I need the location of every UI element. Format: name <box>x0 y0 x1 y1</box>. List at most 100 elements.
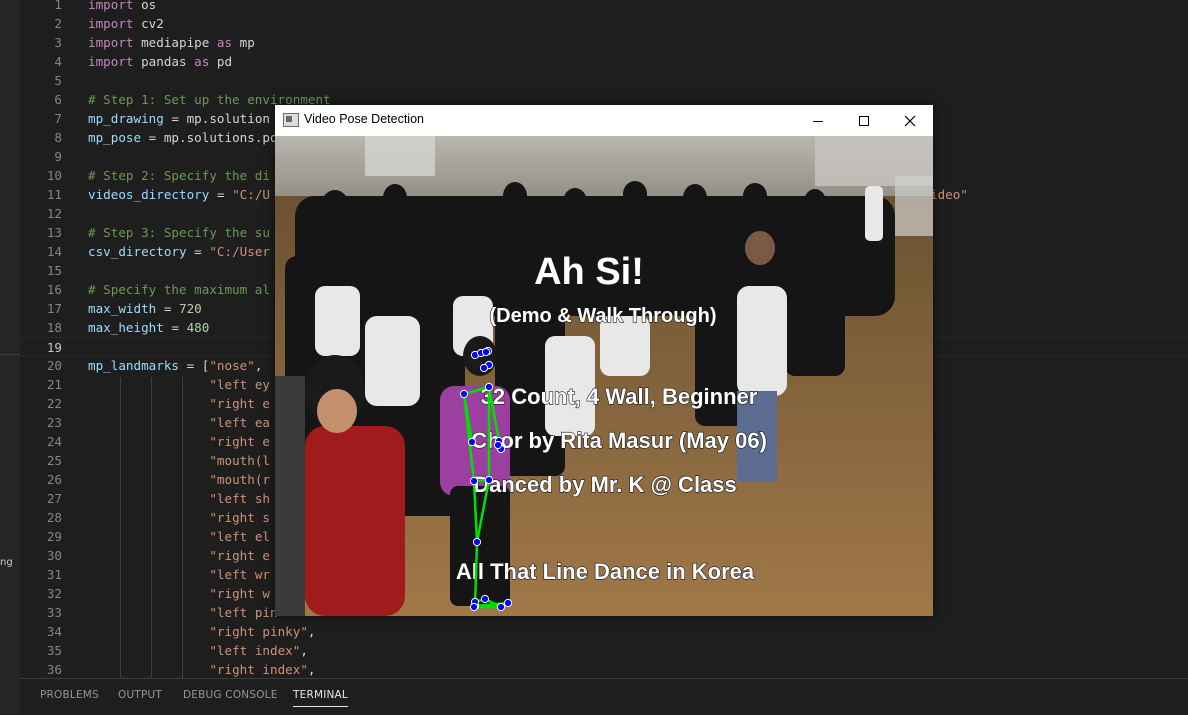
line-number: 35 <box>46 643 62 658</box>
code-text: "right pinky", <box>88 622 315 641</box>
line-number: 9 <box>54 149 62 164</box>
sidebar-label-fragment: ng <box>0 557 13 568</box>
code-token: mp_landmarks <box>88 358 179 373</box>
code-line[interactable]: 4 import pandas as pd <box>20 52 1188 71</box>
line-number: 11 <box>46 187 62 202</box>
code-token: "right s <box>209 510 270 525</box>
code-text: mp_drawing = mp.solution <box>88 109 270 128</box>
code-token: mp.solutions.po <box>163 130 278 145</box>
code-token: videos_directory <box>88 187 210 202</box>
code-token: "right e <box>209 548 270 563</box>
panel-tab-problems[interactable]: PROBLEMS <box>40 689 99 701</box>
code-text: max_height = 480 <box>88 318 209 337</box>
window-titlebar[interactable]: Video Pose Detection <box>275 105 933 136</box>
video-overlay-line2: Chor by Rita Masur (May 06) <box>471 428 767 453</box>
code-token: import <box>88 54 134 69</box>
line-number: 26 <box>46 472 62 487</box>
line-number: 10 <box>46 168 62 183</box>
line-number: 20 <box>46 358 62 373</box>
panel-tab-terminal[interactable]: TERMINAL <box>293 689 348 707</box>
code-line[interactable]: 35 "left index", <box>20 641 1188 660</box>
video-overlay-title: Ah Si! <box>534 251 644 293</box>
line-number: 15 <box>46 263 62 278</box>
close-button[interactable] <box>887 105 933 136</box>
panel-tab-output[interactable]: OUTPUT <box>118 689 162 701</box>
pose-landmark <box>496 602 506 612</box>
code-token: as <box>194 54 210 69</box>
code-line[interactable]: 3 import mediapipe as mp <box>20 33 1188 52</box>
code-token: 480 <box>186 320 210 335</box>
pose-landmark <box>469 476 479 486</box>
line-number: 8 <box>54 130 62 145</box>
line-number: 16 <box>46 282 62 297</box>
code-text: import os <box>88 0 156 14</box>
video-pose-window[interactable]: Video Pose Detection Ah Si! (Demo & Walk… <box>275 105 933 616</box>
code-token: "C:/User <box>209 244 270 259</box>
code-token: "right index" <box>209 662 308 677</box>
code-token: mp.solution <box>186 111 270 126</box>
code-text: import pandas as pd <box>88 52 232 71</box>
maximize-button[interactable] <box>841 105 887 136</box>
code-text: "right index", <box>88 660 315 678</box>
code-token: "right w <box>209 586 270 601</box>
code-text: import cv2 <box>88 14 164 33</box>
window-title: Video Pose Detection <box>304 112 424 126</box>
code-token: mp <box>232 35 255 50</box>
code-line[interactable]: 5 <box>20 71 1188 90</box>
code-text: "left el <box>88 527 270 546</box>
close-icon <box>904 115 916 126</box>
code-token: "mouth(l <box>209 453 270 468</box>
code-token: "right e <box>209 434 270 449</box>
pose-landmark <box>467 437 477 447</box>
code-token: = <box>141 130 164 145</box>
code-token: mp_pose <box>88 130 142 145</box>
code-line[interactable]: 34 "right pinky", <box>20 622 1188 641</box>
code-token: csv_directory <box>88 244 187 259</box>
pose-landmark <box>480 594 490 604</box>
line-number: 29 <box>46 529 62 544</box>
code-token: "left sh <box>209 491 270 506</box>
line-number: 28 <box>46 510 62 525</box>
line-number: 18 <box>46 320 62 335</box>
line-number: 21 <box>46 377 62 392</box>
line-number: 14 <box>46 244 62 259</box>
code-token: = <box>156 301 179 316</box>
code-token: = <box>163 111 187 126</box>
code-token: "left pin <box>209 605 278 620</box>
activity-divider <box>0 354 20 355</box>
line-number: 2 <box>54 16 62 31</box>
code-token: "nose" <box>209 358 255 373</box>
code-token: max_height <box>88 320 164 335</box>
code-text: "right e <box>88 394 270 413</box>
line-number: 1 <box>54 0 62 12</box>
video-scene: Ah Si! (Demo & Walk Through) 32 Count, 4… <box>275 136 933 616</box>
code-text: csv_directory = "C:/User <box>88 242 270 261</box>
minimize-button[interactable] <box>795 105 841 136</box>
code-text-right: ideo" <box>930 187 968 202</box>
pose-landmark <box>459 389 469 399</box>
code-text: # Step 3: Specify the su <box>88 223 270 242</box>
panel-tab-debug-console[interactable]: DEBUG CONSOLE <box>183 689 278 701</box>
line-number: 4 <box>54 54 62 69</box>
code-line[interactable]: 1 import os <box>20 0 1188 14</box>
code-token: = <box>186 244 210 259</box>
line-number: 17 <box>46 301 62 316</box>
pose-landmark <box>493 440 503 450</box>
code-line[interactable]: 36 "right index", <box>20 660 1188 678</box>
code-text: "mouth(l <box>88 451 270 470</box>
code-token: max_width <box>88 301 157 316</box>
code-text: "left wr <box>88 565 270 584</box>
code-line[interactable]: 2 import cv2 <box>20 14 1188 33</box>
code-token: "left ey <box>209 377 270 392</box>
line-number: 27 <box>46 491 62 506</box>
code-token: "C:/U <box>232 187 270 202</box>
code-token: "right pinky" <box>209 624 308 639</box>
line-number: 31 <box>46 567 62 582</box>
code-token: import <box>88 35 134 50</box>
code-text: "left pin <box>88 603 278 622</box>
